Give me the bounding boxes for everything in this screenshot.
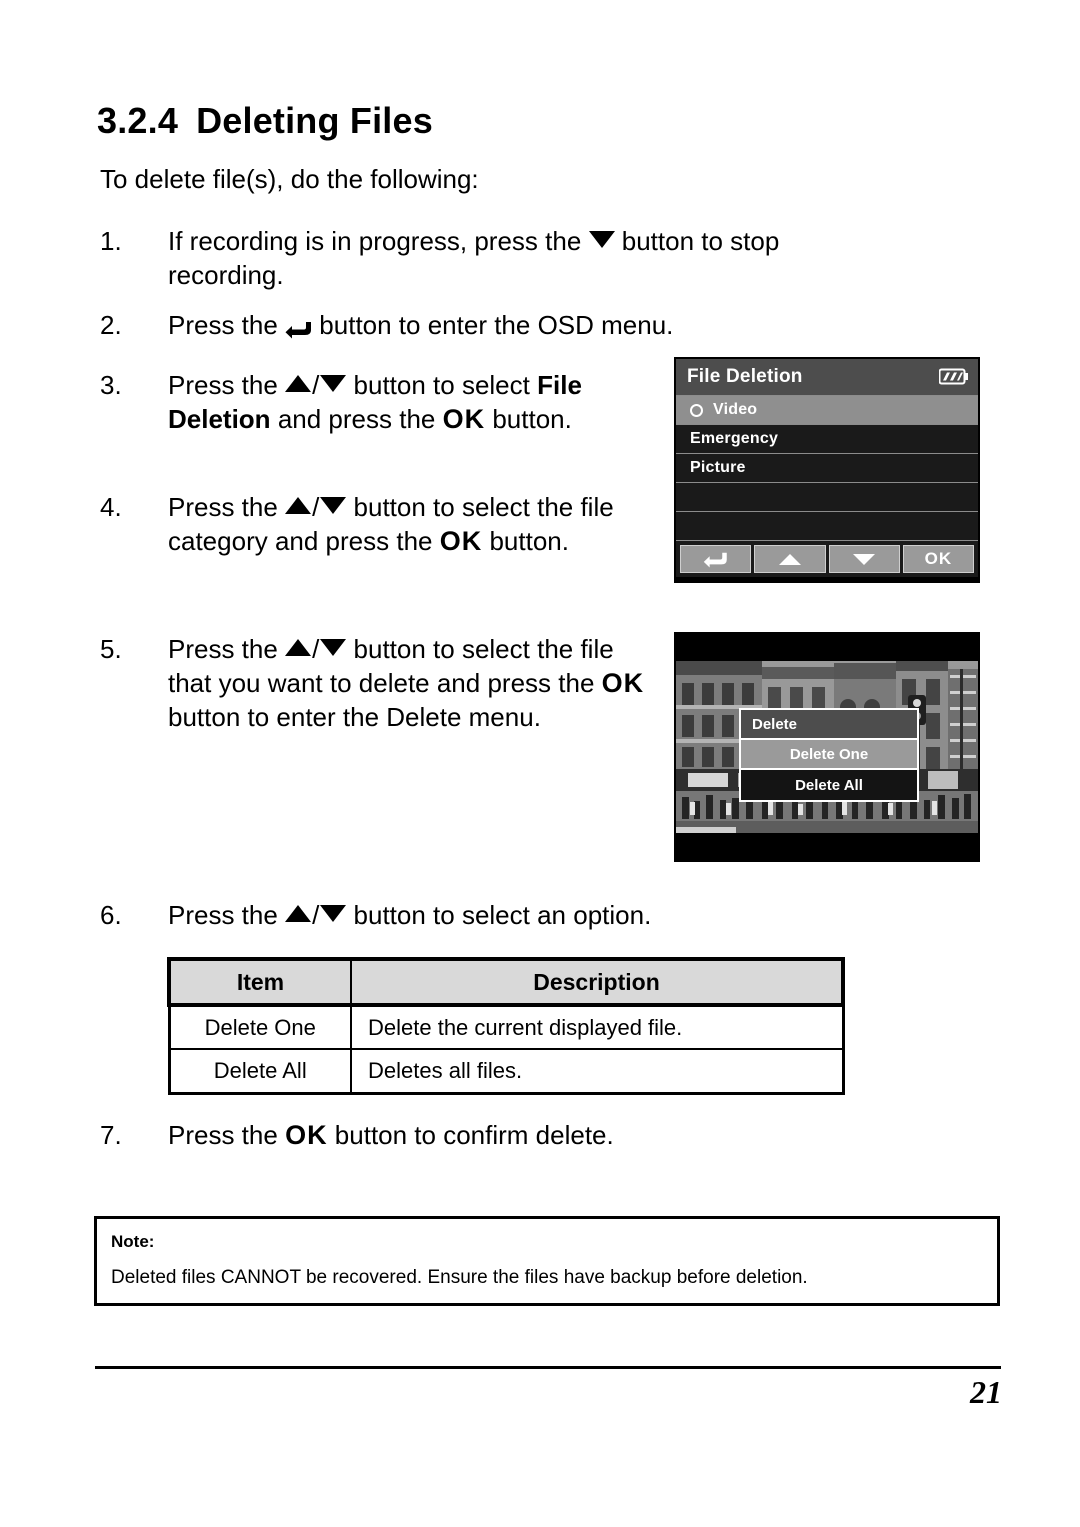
osd-nav-back-button[interactable] [680, 545, 752, 573]
heading-title: Deleting Files [196, 100, 433, 141]
triangle-up-icon [285, 497, 312, 514]
step-1: 1. If recording is in progress, press th… [100, 224, 890, 292]
step-4-text-end: button. [489, 526, 569, 556]
osd-nav-down-button[interactable] [828, 545, 900, 573]
step-5: 5. Press the / button to select the file… [100, 632, 660, 734]
step-5-text-before: Press the [168, 634, 278, 664]
heading-number: 3.2.4 [97, 100, 179, 141]
step-4-text-before: Press the [168, 492, 278, 522]
osd-title-label: File Deletion [687, 366, 803, 387]
intro-text: To delete file(s), do the following: [100, 164, 479, 194]
triangle-down-icon [320, 497, 347, 514]
delete-menu-option-delete-one[interactable]: Delete One [741, 740, 917, 770]
step-6-text-after: button to select an option. [353, 900, 652, 930]
triangle-up-icon [285, 375, 312, 392]
step-2-text-before: Press the [168, 310, 278, 340]
table-header-row: Item Description [167, 957, 845, 1007]
step-3: 3. Press the / button to select File Del… [100, 368, 640, 436]
page-number: 21 [970, 1374, 1002, 1410]
delete-menu-option-delete-all[interactable]: Delete All [741, 770, 917, 800]
triangle-down-icon [320, 639, 347, 656]
note-box: Note: Deleted files CANNOT be recovered.… [94, 1216, 1000, 1306]
step-7-body: Press the OK button to confirm delete. [168, 1118, 800, 1152]
triangle-down-icon [853, 553, 876, 565]
triangle-up-icon [285, 905, 312, 922]
step-6-text-before: Press the [168, 900, 278, 930]
osd-row-empty-1 [676, 482, 978, 511]
step-6-body: Press the / button to select an option. [168, 900, 652, 930]
delete-options-menu: Delete Delete One Delete All [739, 708, 919, 802]
step-6: 6. Press the / button to select an optio… [100, 898, 800, 932]
osd-row-label: Emergency [690, 430, 779, 447]
footer-divider [95, 1366, 1001, 1369]
table-cell-description: Delete the current displayed file. [350, 1004, 845, 1050]
osd-row-video[interactable]: Video [676, 395, 978, 424]
step-7: 7. Press the OK button to confirm delete… [100, 1118, 800, 1152]
osd-nav-up-button[interactable] [754, 545, 826, 573]
triangle-up-icon [778, 553, 801, 565]
osd-row-picture[interactable]: Picture [676, 453, 978, 482]
note-text: Deleted files CANNOT be recovered. Ensur… [111, 1267, 808, 1288]
step-3-text-mid: button to select [353, 370, 530, 400]
step-7-text-before: Press the [168, 1120, 278, 1150]
triangle-down-icon [320, 905, 347, 922]
manual-page: 3.2.4 Deleting Files To delete file(s), d… [0, 0, 1080, 1527]
osd-row-empty-2 [676, 511, 978, 540]
table-header-item: Item [167, 957, 352, 1007]
ok-icon: OK [601, 668, 645, 698]
step-2-text-after: button to enter the OSD menu. [319, 310, 674, 340]
delete-menu-option-label: Delete One [789, 745, 869, 763]
step-5-marker: 5. [100, 634, 122, 664]
osd-nav-ok-button[interactable]: OK [902, 545, 974, 573]
step-5-body: Press the / button to select the file th… [168, 634, 645, 732]
radio-circle-icon [690, 403, 703, 417]
battery-full-icon [938, 368, 969, 385]
step-1-marker: 1. [100, 226, 122, 256]
triangle-up-icon [285, 639, 312, 656]
triangle-down-icon [320, 375, 347, 392]
ok-icon: OK [285, 1120, 328, 1150]
osd-row-label: Picture [690, 459, 746, 476]
step-2: 2. Press the button to enter the OSD men… [100, 308, 740, 342]
step-6-marker: 6. [100, 900, 122, 930]
step-4-marker: 4. [100, 492, 122, 522]
step-3-text-before: Press the [168, 370, 278, 400]
delete-menu-header: Delete [741, 710, 917, 740]
ok-icon: OK [439, 526, 483, 556]
table-cell-description: Deletes all files. [350, 1048, 845, 1095]
return-arrow-icon [285, 313, 312, 339]
step-1-body: If recording is in progress, press the b… [168, 224, 890, 292]
options-description-table: Item Description Delete One Delete the c… [167, 957, 845, 1095]
page-title: 3.2.4 Deleting Files [97, 100, 433, 142]
step-2-body: Press the button to enter the OSD menu. [168, 308, 740, 342]
step-4-body: Press the / button to select the file ca… [168, 492, 614, 556]
delete-menu-header-label: Delete [752, 715, 798, 733]
triangle-down-icon [588, 231, 615, 248]
step-1-text-before: If recording is in progress, press the [168, 226, 582, 256]
step-3-text-end: button. [492, 404, 572, 434]
osd-row-emergency[interactable]: Emergency [676, 424, 978, 453]
step-3-body: Press the / button to select File Deleti… [168, 370, 582, 434]
osd-nav-ok-label: OK [924, 549, 953, 568]
table-row: Delete All Deletes all files. [167, 1048, 845, 1095]
ok-icon: OK [442, 404, 486, 434]
osd-nav-bar: OK [676, 540, 978, 577]
delete-menu-screenshot: Delete Delete One Delete All [674, 632, 980, 862]
step-5-text-end: button to enter the Delete menu. [168, 702, 541, 732]
osd-row-label: Video [713, 401, 758, 418]
table-row: Delete One Delete the current displayed … [167, 1004, 845, 1050]
osd-title-bar: File Deletion [676, 359, 978, 395]
step-4: 4. Press the / button to select the file… [100, 490, 660, 558]
note-title: Note: [111, 1232, 155, 1251]
delete-menu-option-label: Delete All [795, 776, 863, 794]
step-7-text-after: button to confirm delete. [334, 1120, 614, 1150]
step-2-marker: 2. [100, 310, 122, 340]
step-3-marker: 3. [100, 370, 122, 400]
table-header-description: Description [350, 957, 845, 1007]
step-3-text-after: and press the [277, 404, 436, 434]
step-7-marker: 7. [100, 1120, 122, 1150]
table-cell-item: Delete All [167, 1048, 352, 1095]
table-cell-item: Delete One [167, 1004, 352, 1050]
osd-file-deletion-screenshot: File Deletion Video Emergency Picture OK [674, 357, 980, 583]
